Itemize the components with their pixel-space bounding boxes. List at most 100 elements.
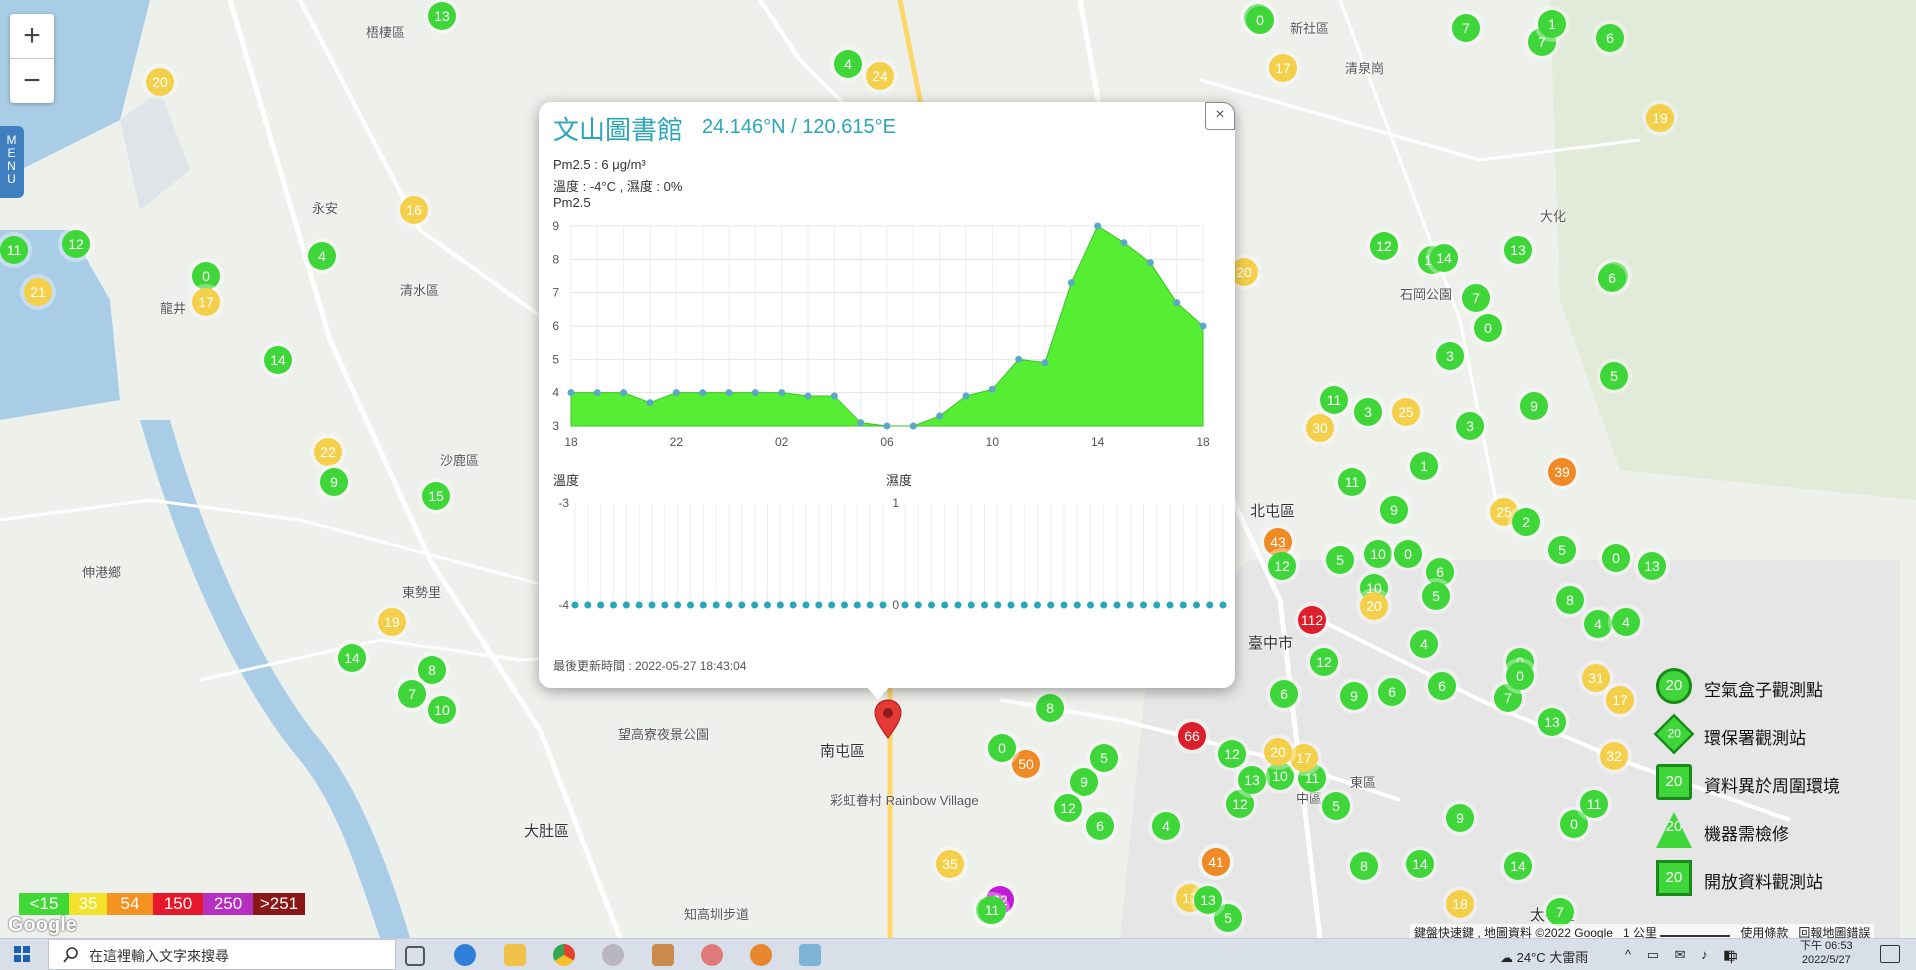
station-marker[interactable]: 9 bbox=[1520, 392, 1548, 420]
station-marker[interactable]: 14 bbox=[1504, 852, 1532, 880]
weather-widget[interactable]: ☁ 24°C 大雷雨 bbox=[1500, 947, 1588, 966]
station-marker[interactable]: 13 bbox=[1504, 236, 1532, 264]
station-marker[interactable]: 12 bbox=[1370, 232, 1398, 260]
app-icon-2[interactable] bbox=[652, 944, 674, 966]
station-marker[interactable]: 0 bbox=[1506, 662, 1534, 690]
app-icon-4[interactable] bbox=[799, 944, 821, 966]
station-marker[interactable]: 14 bbox=[338, 644, 366, 672]
station-marker[interactable]: 4 bbox=[308, 242, 336, 270]
station-marker[interactable]: 9 bbox=[320, 468, 348, 496]
station-marker[interactable]: 7 bbox=[1452, 14, 1480, 42]
notification-icon[interactable] bbox=[1880, 945, 1900, 963]
station-marker[interactable]: 2 bbox=[1512, 508, 1540, 536]
zoom-in-button[interactable]: + bbox=[10, 14, 54, 58]
app-icon-3[interactable] bbox=[701, 944, 723, 966]
station-marker[interactable]: 12 bbox=[1218, 740, 1246, 768]
station-marker[interactable]: 11 bbox=[1320, 386, 1348, 414]
ime-indicator[interactable]: 中 bbox=[1725, 947, 1738, 966]
station-marker[interactable]: 14 bbox=[1406, 850, 1434, 878]
station-marker[interactable]: 25 bbox=[1392, 398, 1420, 426]
station-marker[interactable]: 5 bbox=[1600, 362, 1628, 390]
station-marker[interactable]: 10 bbox=[1364, 540, 1392, 568]
station-marker[interactable]: 4 bbox=[1410, 630, 1438, 658]
station-marker[interactable]: 17 bbox=[192, 288, 220, 316]
station-marker[interactable]: 8 bbox=[1036, 694, 1064, 722]
station-marker[interactable]: 9 bbox=[1070, 768, 1098, 796]
station-marker[interactable]: 14 bbox=[264, 346, 292, 374]
station-marker[interactable]: 12 bbox=[1226, 790, 1254, 818]
station-marker[interactable]: 12 bbox=[1268, 552, 1296, 580]
station-marker[interactable]: 19 bbox=[1646, 104, 1674, 132]
clock[interactable]: 下午 06:53 2022/5/27 bbox=[1800, 939, 1853, 967]
station-marker[interactable]: 11 bbox=[1338, 468, 1366, 496]
station-marker[interactable]: 6 bbox=[1270, 680, 1298, 708]
station-marker[interactable]: 0 bbox=[1394, 540, 1422, 568]
app-icon-1[interactable] bbox=[602, 944, 624, 966]
station-marker[interactable]: 12 bbox=[1310, 648, 1338, 676]
station-marker[interactable]: 10 bbox=[428, 696, 456, 724]
taskbar-search[interactable]: 在這裡輸入文字來搜尋 bbox=[48, 939, 396, 970]
station-marker[interactable]: 18 bbox=[1446, 890, 1474, 918]
station-marker[interactable]: 0 bbox=[1474, 314, 1502, 342]
station-marker[interactable]: 0 bbox=[1602, 544, 1630, 572]
windows-start-icon[interactable] bbox=[14, 946, 30, 962]
station-marker[interactable]: 5 bbox=[1322, 792, 1350, 820]
station-marker[interactable]: 13 bbox=[1638, 552, 1666, 580]
station-marker[interactable]: 32 bbox=[1600, 742, 1628, 770]
station-marker[interactable]: 5 bbox=[1326, 546, 1354, 574]
station-marker[interactable]: 12 bbox=[1054, 794, 1082, 822]
file-explorer-icon[interactable] bbox=[504, 944, 526, 966]
station-marker[interactable]: 8 bbox=[1556, 586, 1584, 614]
station-marker[interactable]: 0 bbox=[192, 262, 220, 290]
station-marker[interactable]: 16 bbox=[400, 196, 428, 224]
station-marker[interactable]: 50 bbox=[1012, 750, 1040, 778]
station-marker[interactable]: 11 bbox=[0, 236, 28, 264]
station-marker[interactable]: 11 bbox=[978, 896, 1006, 924]
station-marker[interactable]: 6 bbox=[1596, 24, 1624, 52]
blender-icon[interactable] bbox=[750, 944, 772, 966]
station-marker[interactable]: 5 bbox=[1090, 744, 1118, 772]
station-marker[interactable]: 13 bbox=[1238, 766, 1266, 794]
station-marker[interactable]: 9 bbox=[1340, 682, 1368, 710]
station-marker[interactable]: 9 bbox=[1380, 496, 1408, 524]
station-marker[interactable]: 13 bbox=[1538, 708, 1566, 736]
station-marker[interactable]: 21 bbox=[24, 278, 52, 306]
station-marker[interactable]: 1 bbox=[1410, 452, 1438, 480]
station-marker[interactable]: 22 bbox=[314, 438, 342, 466]
station-marker[interactable]: 4 bbox=[1152, 812, 1180, 840]
station-marker[interactable]: 8 bbox=[418, 656, 446, 684]
station-marker[interactable]: 9 bbox=[1446, 804, 1474, 832]
station-marker[interactable]: 3 bbox=[1436, 342, 1464, 370]
station-marker[interactable]: 3 bbox=[1354, 398, 1382, 426]
station-marker[interactable]: 14 bbox=[1430, 244, 1458, 272]
station-marker[interactable]: 39 bbox=[1548, 458, 1576, 486]
station-marker[interactable]: 0 bbox=[988, 734, 1016, 762]
station-marker[interactable]: 66 bbox=[1178, 722, 1206, 750]
task-view-icon[interactable] bbox=[405, 946, 425, 966]
close-button[interactable]: × bbox=[1205, 102, 1235, 130]
station-marker[interactable]: 0 bbox=[1246, 6, 1274, 34]
station-marker[interactable]: 112 bbox=[1298, 606, 1326, 634]
station-marker[interactable]: 7 bbox=[1462, 284, 1490, 312]
station-marker[interactable]: 24 bbox=[866, 62, 894, 90]
menu-button[interactable]: MENU bbox=[0, 126, 24, 198]
station-marker[interactable]: 17 bbox=[1290, 744, 1318, 772]
station-marker[interactable]: 10 bbox=[1266, 762, 1294, 790]
chrome-icon[interactable] bbox=[553, 944, 575, 966]
zoom-out-button[interactable]: − bbox=[10, 58, 54, 103]
station-marker[interactable]: 20 bbox=[1264, 738, 1292, 766]
station-marker[interactable]: 7 bbox=[398, 680, 426, 708]
edge-icon[interactable] bbox=[454, 944, 476, 966]
station-marker[interactable]: 20 bbox=[146, 68, 174, 96]
station-marker[interactable]: 12 bbox=[62, 230, 90, 258]
station-marker[interactable]: 35 bbox=[936, 850, 964, 878]
station-marker[interactable]: 6 bbox=[1378, 678, 1406, 706]
station-marker[interactable]: 13 bbox=[428, 2, 456, 30]
station-marker[interactable]: 6 bbox=[1598, 264, 1626, 292]
station-marker[interactable]: 17 bbox=[1606, 686, 1634, 714]
station-marker[interactable]: 4 bbox=[1584, 610, 1612, 638]
station-marker[interactable]: 13 bbox=[1194, 886, 1222, 914]
station-marker[interactable]: 19 bbox=[378, 608, 406, 636]
location-pin-icon[interactable] bbox=[872, 698, 904, 740]
station-marker[interactable]: 31 bbox=[1582, 664, 1610, 692]
